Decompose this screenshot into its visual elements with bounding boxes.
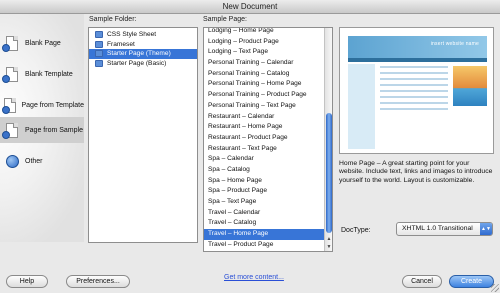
sample-page-item[interactable]: Lodging – Text Page (204, 47, 326, 58)
sample-page-item[interactable]: Spa – Catalog (204, 165, 326, 176)
category-label: Page from Template (21, 101, 84, 109)
help-button[interactable]: Help (6, 275, 48, 288)
get-more-content-link[interactable]: Get more content... (224, 274, 284, 281)
sample-page-item[interactable]: Restaurant – Home Page (204, 122, 326, 133)
sample-page-scrollbar[interactable]: ▲ ▼ (324, 28, 332, 251)
doctype-label: DocType: (341, 227, 371, 234)
new-document-dialog: Blank Page Blank Template Page from Temp… (0, 14, 500, 293)
folder-icon (95, 59, 103, 67)
sample-page-list[interactable]: Lodging – Home Page Lodging – Product Pag… (203, 27, 333, 252)
folder-icon (95, 50, 103, 58)
sample-page-item[interactable]: Travel – Catalog (204, 218, 326, 229)
blank-page-icon (2, 34, 22, 52)
sample-page-item[interactable]: Travel – Product Page (204, 240, 326, 251)
scrollbar-thumb[interactable] (326, 113, 332, 233)
category-page-from-sample[interactable]: Page from Sample (0, 117, 84, 143)
category-label: Other (25, 157, 43, 165)
sample-page-item[interactable]: Personal Training – Text Page (204, 101, 326, 112)
category-other[interactable]: Other (0, 148, 84, 174)
doctype-select[interactable]: XHTML 1.0 Transitional ▲▼ (396, 222, 493, 236)
chevron-updown-icon: ▲▼ (480, 223, 492, 235)
page-from-sample-icon (2, 121, 22, 139)
sample-page-item[interactable]: Travel – Calendar (204, 208, 326, 219)
page-from-template-icon (2, 96, 18, 114)
doctype-value: XHTML 1.0 Transitional (402, 225, 473, 232)
sample-page-item[interactable]: Personal Training – Home Page (204, 79, 326, 90)
sample-folder-label: Sample Folder: (89, 16, 137, 23)
window-title: New Document (0, 0, 500, 14)
sample-page-item[interactable]: Lodging – Home Page (204, 28, 326, 37)
category-blank-template[interactable]: Blank Template (0, 61, 84, 87)
folder-item-starter-page-theme[interactable]: Starter Page (Theme) (89, 49, 197, 59)
preview-banner-text: insert website name (430, 41, 479, 47)
folder-item-label: Starter Page (Theme) (107, 50, 171, 57)
folder-item-starter-page-basic[interactable]: Starter Page (Basic) (89, 59, 197, 69)
sample-page-item[interactable]: Restaurant – Text Page (204, 144, 326, 155)
folder-item-label: Frameset (107, 40, 135, 48)
sample-page-item[interactable]: Spa – Product Page (204, 186, 326, 197)
folder-item-css-style-sheet[interactable]: CSS Style Sheet (89, 30, 197, 40)
sample-page-item[interactable]: Travel – Text Page (204, 250, 326, 251)
sample-page-item[interactable]: Lodging – Product Page (204, 37, 326, 48)
resize-grip-icon[interactable] (491, 284, 499, 292)
other-icon (2, 152, 22, 170)
category-label: Page from Sample (25, 126, 83, 134)
sample-page-item[interactable]: Personal Training – Calendar (204, 58, 326, 69)
template-description: Home Page – A great starting point for y… (339, 160, 493, 184)
sample-page-item[interactable]: Spa – Text Page (204, 197, 326, 208)
sample-page-item[interactable]: Personal Training – Product Page (204, 90, 326, 101)
category-label: Blank Template (25, 70, 73, 78)
sample-page-item[interactable]: Restaurant – Product Page (204, 133, 326, 144)
folder-item-label: Starter Page (Basic) (107, 59, 167, 67)
folder-item-label: CSS Style Sheet (107, 31, 157, 38)
create-button[interactable]: Create (449, 275, 494, 288)
sample-page-item[interactable]: Personal Training – Catalog (204, 69, 326, 80)
scroll-down-arrow-icon[interactable]: ▼ (325, 243, 332, 251)
cancel-button[interactable]: Cancel (402, 275, 442, 288)
category-page-from-template[interactable]: Page from Template (0, 92, 84, 118)
template-preview-image: insert website name (339, 27, 494, 154)
sample-page-item[interactable]: Restaurant – Calendar (204, 112, 326, 123)
sample-page-item[interactable]: Spa – Calendar (204, 154, 326, 165)
blank-template-icon (2, 65, 22, 83)
scroll-up-arrow-icon[interactable]: ▲ (325, 235, 332, 243)
sample-page-item[interactable]: Spa – Home Page (204, 176, 326, 187)
sample-folder-list[interactable]: CSS Style Sheet Frameset Starter Page (T… (88, 27, 198, 243)
folder-item-frameset[interactable]: Frameset (89, 40, 197, 50)
category-sidebar: Blank Page Blank Template Page from Temp… (0, 14, 84, 242)
folder-icon (95, 40, 103, 48)
sample-page-label: Sample Page: (203, 16, 247, 23)
category-blank-page[interactable]: Blank Page (0, 30, 84, 56)
preferences-button[interactable]: Preferences... (66, 275, 130, 288)
folder-icon (95, 31, 103, 39)
sample-page-item[interactable]: Travel – Home Page (204, 229, 326, 240)
category-label: Blank Page (25, 39, 61, 47)
